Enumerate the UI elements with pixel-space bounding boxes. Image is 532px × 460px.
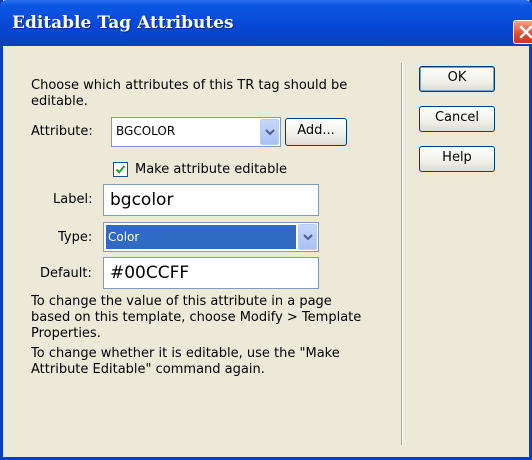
label-input[interactable]: bgcolor bbox=[103, 184, 319, 216]
type-dropdown-arrow[interactable] bbox=[298, 224, 317, 250]
intro-text: Choose which attributes of this TR tag s… bbox=[31, 78, 348, 109]
default-field-label: Default: bbox=[40, 266, 92, 281]
type-select-value: Color bbox=[106, 225, 296, 249]
ok-button[interactable]: OK bbox=[419, 66, 495, 92]
close-icon bbox=[519, 25, 532, 39]
chevron-down-icon bbox=[303, 234, 313, 241]
help-text-editable: To change whether it is editable, use th… bbox=[31, 346, 340, 377]
attribute-dropdown-arrow[interactable] bbox=[260, 119, 279, 145]
attribute-select-value: BGCOLOR bbox=[116, 124, 176, 138]
separator bbox=[401, 63, 403, 445]
dialog-title: Editable Tag Attributes bbox=[12, 13, 234, 33]
default-input[interactable]: #00CCFF bbox=[103, 257, 319, 289]
attribute-label: Attribute: bbox=[31, 124, 93, 139]
type-select[interactable]: Color bbox=[103, 222, 319, 252]
type-field-label: Type: bbox=[58, 230, 93, 245]
chevron-down-icon bbox=[265, 129, 275, 136]
dialog-window: Editable Tag Attributes Choose which att… bbox=[0, 0, 532, 460]
close-button[interactable] bbox=[513, 20, 532, 44]
attribute-select[interactable]: BGCOLOR bbox=[111, 117, 281, 147]
make-editable-label: Make attribute editable bbox=[135, 162, 288, 177]
checkmark-icon bbox=[115, 165, 126, 174]
help-button[interactable]: Help bbox=[419, 146, 495, 172]
add-attribute-button[interactable]: Add... bbox=[285, 118, 347, 146]
help-text-template: To change the value of this attribute in… bbox=[31, 294, 362, 341]
make-editable-checkbox[interactable] bbox=[113, 162, 128, 177]
label-field-label: Label: bbox=[53, 192, 93, 207]
cancel-button[interactable]: Cancel bbox=[419, 106, 495, 132]
title-bar[interactable]: Editable Tag Attributes bbox=[0, 0, 532, 46]
